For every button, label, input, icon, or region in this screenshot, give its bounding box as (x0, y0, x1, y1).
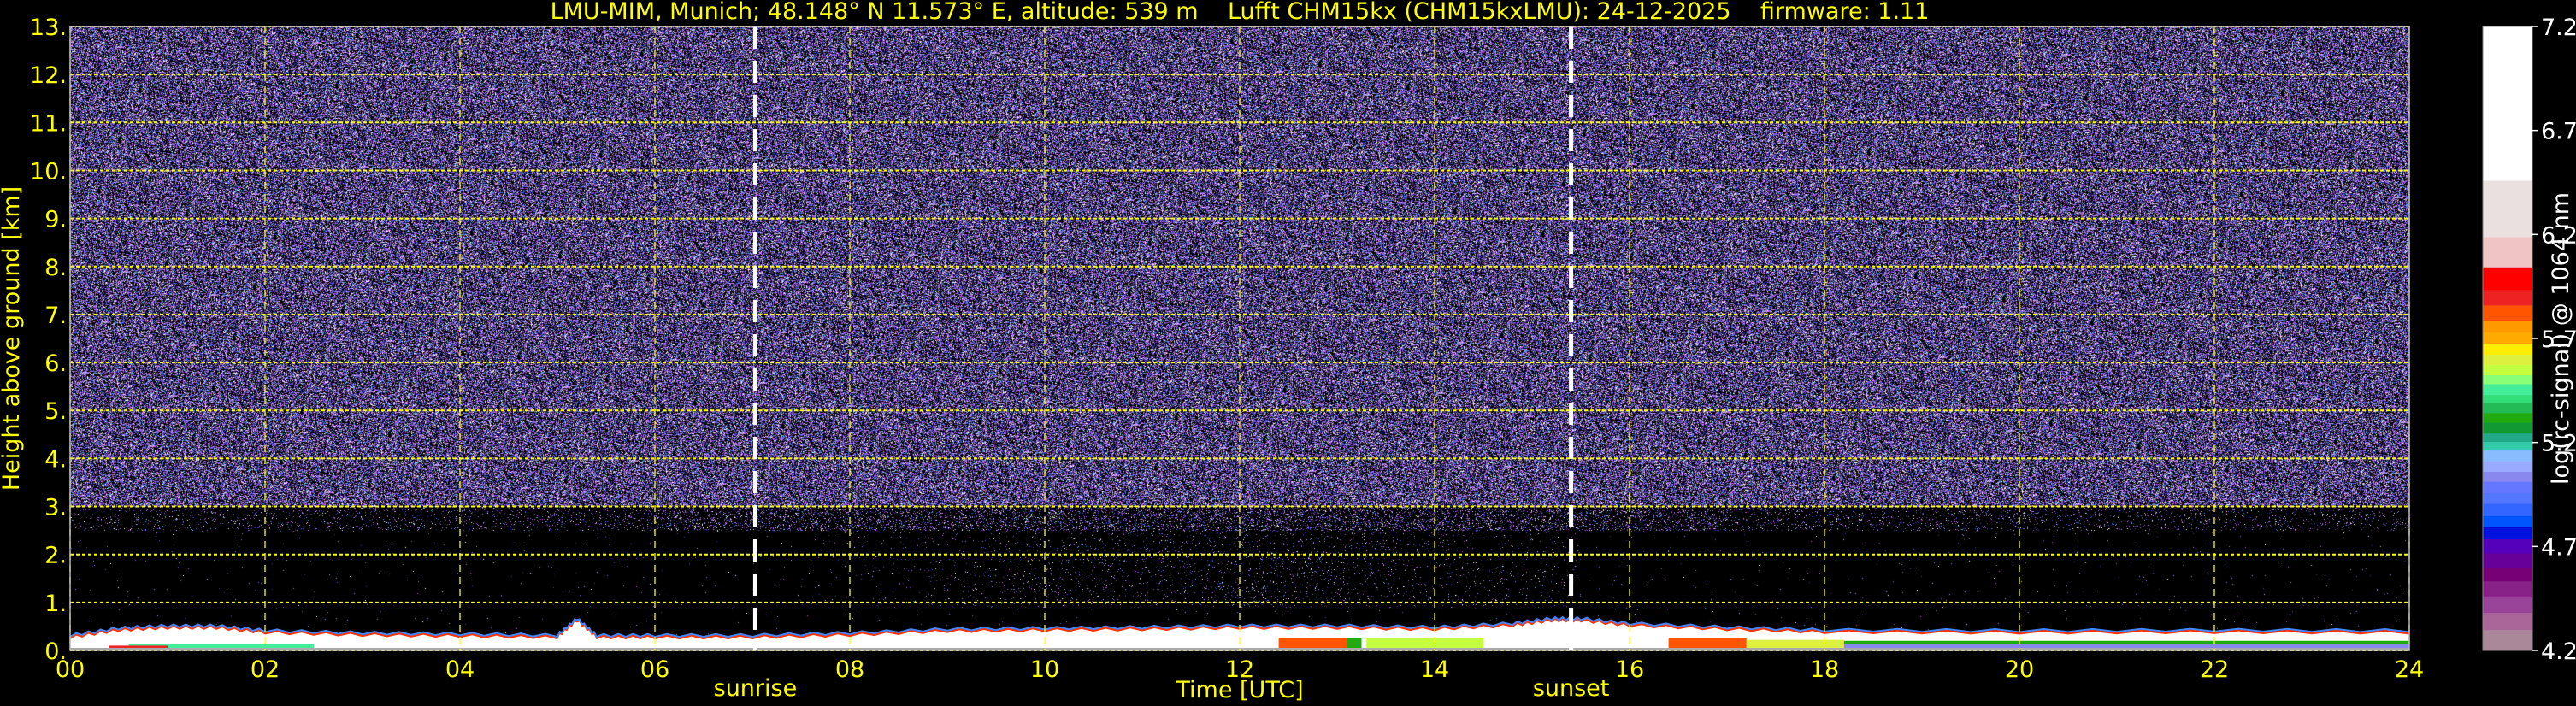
y-tick-label: 5. (44, 398, 67, 425)
colorbar-segment (2483, 375, 2532, 385)
signal-feature-6 (1746, 639, 1844, 649)
y-tick-label: 3. (44, 495, 67, 521)
colorbar-segment (2483, 364, 2532, 376)
y-axis-label: Height above ground [km] (0, 186, 25, 491)
signal-layers (68, 615, 2410, 650)
x-tick-label: 22 (2200, 656, 2229, 683)
sunset-label: sunset (1533, 675, 1610, 702)
y-ticks: 0.1.2.3.4.5.6.7.8.9.10.11.12.13. (30, 15, 67, 665)
signal-feature-8 (1843, 644, 2409, 649)
colorbar-segment (2483, 355, 2532, 366)
colorbar-segment (2483, 597, 2532, 614)
colorbar-segment (2483, 422, 2532, 434)
y-tick-label: 10. (30, 158, 67, 185)
y-tick-label: 11. (30, 110, 67, 137)
colorbar-segment (2483, 237, 2532, 268)
colorbar-segment (2483, 267, 2532, 291)
signal-feature-4 (1366, 638, 1483, 649)
colorbar-segment (2483, 413, 2532, 424)
colorbar-segment (2483, 527, 2532, 540)
colorbar-label: log(rc-signal) @ 1064 nm (2548, 192, 2574, 485)
colorbar-segment (2483, 492, 2532, 504)
colorbar-segment (2483, 630, 2532, 651)
x-axis-label: Time [UTC] (1175, 677, 1303, 703)
colorbar-segment (2483, 515, 2532, 528)
y-tick-label: 6. (44, 350, 67, 377)
colorbar-segment (2483, 481, 2532, 494)
chart-title: LMU-MIM, Munich; 48.148° N 11.573° E, al… (550, 0, 1930, 25)
sunrise-label: sunrise (714, 675, 798, 702)
signal-feature-2 (1278, 638, 1347, 649)
colorbar-segment (2483, 553, 2532, 568)
colorbar-segment (2483, 332, 2532, 344)
x-tick-label: 14 (1420, 656, 1449, 683)
colorbar-tick-label: 4.7 (2541, 534, 2576, 561)
colorbar-segment (2483, 403, 2532, 414)
y-tick-label: 9. (44, 207, 67, 233)
colorbar-segment (2483, 26, 2532, 182)
y-tick-label: 4. (44, 446, 67, 473)
colorbar-tick-label: 7.2 (2541, 15, 2576, 41)
colorbar-segment (2483, 567, 2532, 582)
y-tick-label: 0. (44, 638, 67, 665)
colorbar-tick-label: 4.2 (2541, 638, 2576, 665)
colorbar-segment (2483, 461, 2532, 473)
colorbar-segment (2483, 503, 2532, 517)
colorbar-segment (2483, 539, 2532, 555)
chart-svg: sunrise sunset 00 02 04 06 08 10 12 14 16 18 20 22 24… (0, 15, 2576, 703)
x-tick-label: 16 (1615, 656, 1644, 683)
x-tick-label: 02 (251, 656, 280, 683)
colorbar-segment (2483, 384, 2532, 396)
colorbar-segment (2483, 344, 2532, 356)
signal-feature-7 (1843, 640, 2409, 644)
x-tick-label: 20 (2005, 656, 2034, 683)
colorbar-segment (2483, 180, 2532, 238)
y-tick-label: 1. (44, 591, 67, 617)
colorbar-segment (2483, 395, 2532, 404)
y-tick-label: 8. (44, 255, 67, 281)
x-tick-label: 24 (2395, 656, 2424, 683)
colorbar-segment (2483, 433, 2532, 443)
sun-markers: sunrise sunset (714, 26, 1610, 702)
x-tick-label: 08 (835, 656, 864, 683)
colorbar-segment (2483, 471, 2532, 483)
x-tick-label: 10 (1030, 656, 1059, 683)
grid (69, 26, 2410, 651)
signal-feature-3 (1347, 638, 1362, 649)
colorbar-segment (2483, 442, 2532, 451)
x-tick-label: 18 (1810, 656, 1839, 683)
x-tick-label: 06 (640, 656, 669, 683)
y-tick-label: 12. (30, 62, 67, 89)
colorbar-segment (2483, 613, 2532, 631)
signal-feature-5 (1668, 638, 1747, 649)
colorbar-tick-label: 6.7 (2541, 119, 2576, 145)
colorbar-segment (2483, 581, 2532, 598)
y-tick-label: 2. (44, 543, 67, 569)
y-tick-label: 7. (44, 303, 67, 329)
colorbar-segment (2483, 290, 2532, 306)
colorbar-segment (2483, 321, 2532, 333)
colorbar-segment (2483, 305, 2532, 321)
x-tick-label: 04 (445, 656, 475, 683)
colorbar-segment (2483, 450, 2532, 462)
